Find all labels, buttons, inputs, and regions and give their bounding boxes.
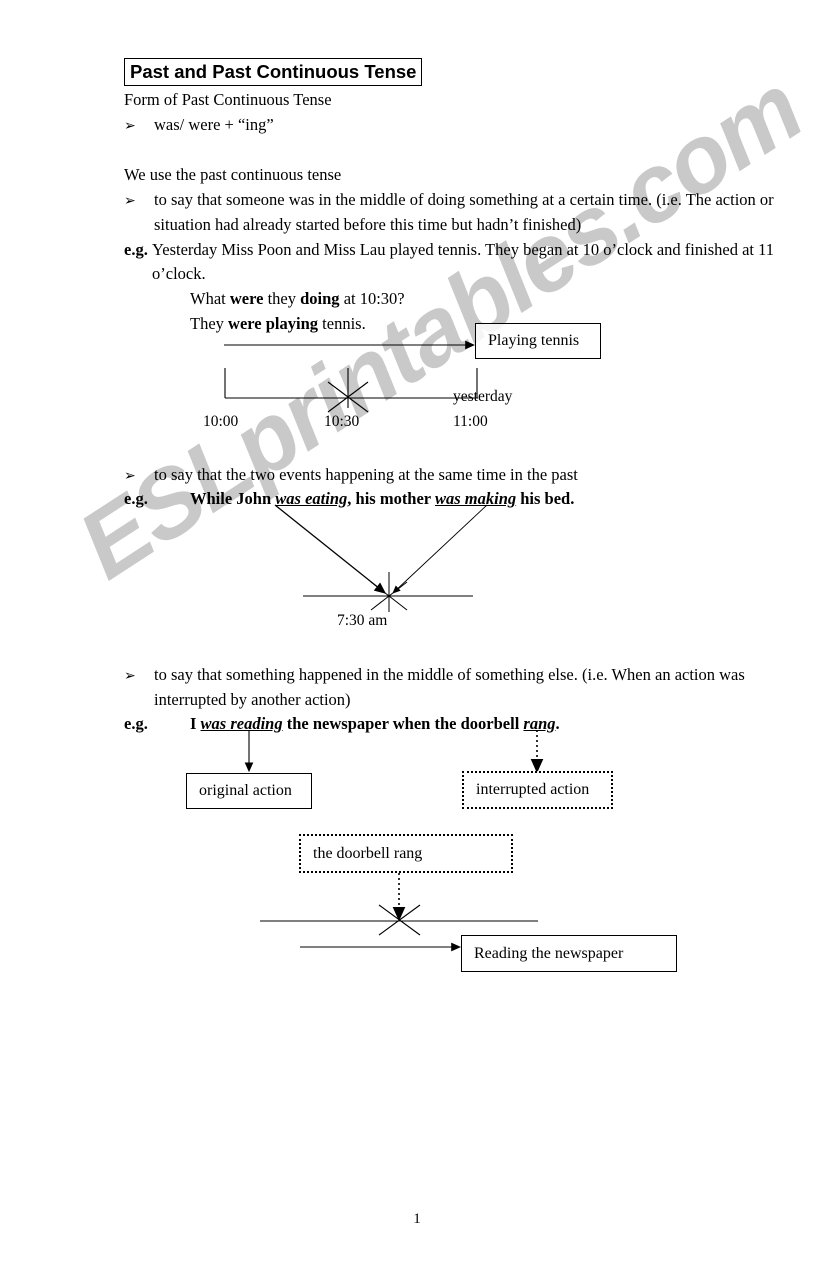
question-part-5: at 10:30? xyxy=(339,289,405,308)
bullet-arrow-icon: ➢ xyxy=(124,668,136,684)
example-3-row: e.g. I was reading the newspaper when the… xyxy=(124,712,560,736)
page-title: Past and Past Continuous Tense xyxy=(124,58,423,87)
original-action-label: original action xyxy=(199,782,292,799)
timeline-label-day: yesterday xyxy=(453,388,513,405)
doorbell-rang-label: the doorbell rang xyxy=(313,844,423,862)
reading-newspaper-label: Reading the newspaper xyxy=(474,944,624,962)
arrow-was-eating xyxy=(274,504,387,594)
example-1-eg-text: Yesterday Miss Poon and Miss Lau played … xyxy=(152,240,775,283)
worksheet-page: ESLprintables.com Past and Past Continuo… xyxy=(0,0,834,1287)
bullet-arrow-icon: ➢ xyxy=(124,468,136,484)
example-2-time-label: 7:30 am xyxy=(337,612,388,629)
example-1-question: What were they doing at 10:30? xyxy=(190,287,405,311)
interrupted-action-label: interrupted action xyxy=(476,781,590,798)
question-part-were: were xyxy=(229,289,264,308)
question-part-doing: doing xyxy=(300,289,340,308)
question-part-3: they xyxy=(263,289,301,308)
example-1-sentence: e.g. Yesterday Miss Poon and Miss Lau pla… xyxy=(124,238,789,286)
usage-item-3-text: to say that something happened in the mi… xyxy=(154,665,745,709)
form-rule-text: was/ were + “ing” xyxy=(154,115,274,134)
e3-part-1: I xyxy=(190,714,201,733)
form-heading: Form of Past Continuous Tense xyxy=(124,90,332,109)
reading-newspaper-box: Reading the newspaper xyxy=(461,935,677,972)
converging-arrows-diagram xyxy=(274,504,488,612)
timeline-label-start: 10:00 xyxy=(203,413,239,430)
usage-item-1: ➢ to say that someone was in the middle o… xyxy=(124,188,794,238)
timeline-mark-730 xyxy=(370,572,408,612)
arrow-was-making xyxy=(392,504,488,594)
example-2-eg-label: e.g. xyxy=(124,489,148,508)
arrow-to-interrupted-action xyxy=(530,730,544,774)
doorbell-rang-box: the doorbell rang xyxy=(299,834,513,873)
arrow-to-original-action xyxy=(244,730,254,773)
usage-intro: We use the past continuous tense xyxy=(124,165,342,184)
playing-tennis-label: Playing tennis xyxy=(488,332,580,349)
bullet-arrow-icon: ➢ xyxy=(124,118,136,134)
usage-item-1-text: to say that someone was in the middle of… xyxy=(154,190,774,234)
question-part-1: What xyxy=(190,289,230,308)
example-1-eg-label: e.g. xyxy=(124,240,148,259)
timeline-mark-1030 xyxy=(327,368,369,413)
e3-part-5: . xyxy=(555,714,560,733)
example-3-eg-label: e.g. xyxy=(124,714,148,733)
timeline-label-middle: 10:30 xyxy=(324,413,360,430)
interrupted-action-box: interrupted action xyxy=(462,771,613,809)
usage-item-2-text: to say that the two events happening at … xyxy=(154,465,578,484)
usage-item-2: ➢ to say that the two events happening at… xyxy=(124,463,578,488)
usage-item-3: ➢ to say that something happened in the m… xyxy=(124,663,794,713)
e3-part-3: the newspaper when the doorbell xyxy=(282,714,524,733)
bullet-arrow-icon: ➢ xyxy=(124,193,136,209)
original-action-box: original action xyxy=(186,773,312,809)
timeline-label-end: 11:00 xyxy=(453,413,488,430)
page-number: 1 xyxy=(413,1211,421,1227)
timeline-mark-interruption xyxy=(378,904,421,936)
form-rule-row: ➢ was/ were + “ing” xyxy=(124,113,274,138)
